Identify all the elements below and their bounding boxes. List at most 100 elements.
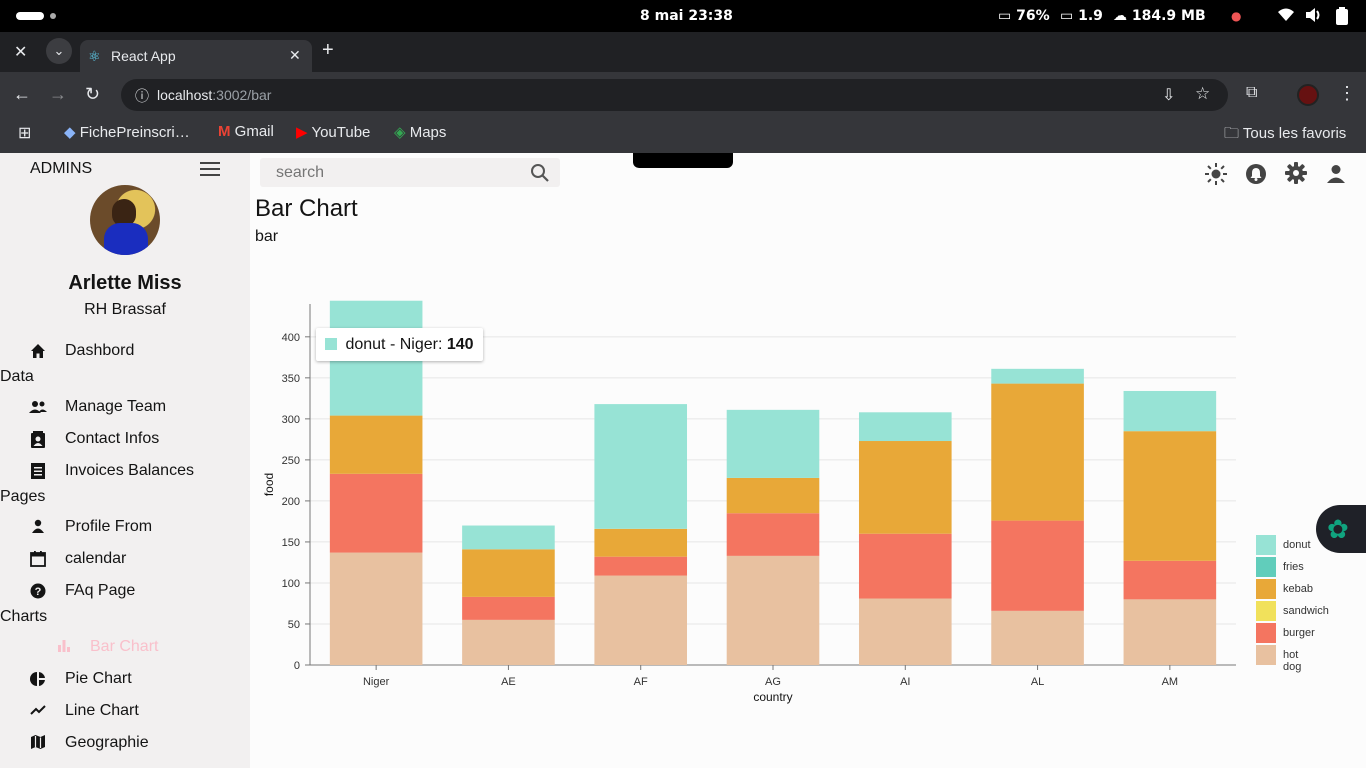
people-icon [29,399,47,417]
sidebar-item-dashboard[interactable]: Dashbord [0,339,250,367]
all-bookmarks[interactable]: 🗀 Tous les favoris [1224,123,1346,148]
sidebar-item-geographie[interactable]: Geographie [0,731,250,759]
tooltip-swatch [325,338,337,350]
volume-icon[interactable] [1305,7,1323,27]
person-icon [29,519,47,537]
sidebar-item-label: Line Chart [65,702,139,719]
os-status-bar: 8 mai 23:38 ▭ 76% ▭ 1.9 ☁ 184.9 MB ● [0,0,1366,32]
sidebar-item-faq[interactable]: ? FAq Page [0,579,250,607]
tooltip-value: 140 [446,336,474,353]
contacts-icon [29,431,47,449]
main-content: ✿ Bar Chart bar [250,153,1366,768]
sidebar-item-manage-team[interactable]: Manage Team [0,395,250,423]
home-icon [29,343,47,361]
legend-swatch [1256,535,1276,555]
bookmark-label: YouTube [311,124,371,141]
section-pages: Pages [0,488,46,505]
app-indicator-icon[interactable]: ● [1231,9,1241,23]
workspace-dot [50,13,56,19]
clock[interactable]: 8 mai 23:38 [640,8,733,24]
sidebar-item-pie-chart[interactable]: Pie Chart [0,667,250,695]
youtube-icon: ▶ [296,124,308,141]
light-mode-icon[interactable] [1205,163,1227,190]
settings-gear-icon[interactable] [1285,162,1307,189]
cpu-value: 1.9 [1078,8,1103,24]
install-app-icon[interactable]: ⇩ [1162,85,1175,105]
forward-icon[interactable]: → [49,84,67,105]
line-chart-icon [29,703,47,721]
sidebar-item-contact-infos[interactable]: Contact Infos [0,427,250,455]
monitor-icon: ▭ [1060,8,1074,24]
user-role: RH Brassaf [84,301,166,318]
receipt-icon [29,463,47,481]
battery-value: 76% [1016,8,1050,24]
legend-label: sandwich [1283,605,1329,617]
sidebar-item-profile-form[interactable]: Profile From [0,515,250,543]
assistant-button[interactable]: ✿ [1316,505,1366,553]
folder-icon: 🗀 [1224,125,1240,142]
profile-avatar[interactable] [1297,84,1319,106]
search-icon[interactable] [530,163,550,188]
legend-swatch [1256,579,1276,599]
tab-title: React App [111,48,176,64]
sidebar-item-label: Bar Chart [90,638,159,655]
memory-value: 184.9 MB [1131,8,1206,24]
screen-notch [633,153,733,168]
reload-icon[interactable]: ↻ [85,84,100,105]
site-info-icon[interactable]: ⓘ [135,86,149,106]
help-icon: ? [29,583,47,601]
bookmark-label: Gmail [234,123,274,140]
sidebar-item-label: FAq Page [65,582,136,599]
user-profile-icon[interactable] [1326,164,1346,189]
sidebar-item-label: Contact Infos [65,430,160,447]
gmail-icon: M [218,123,231,140]
react-favicon-icon: ⚛ [88,48,101,64]
sidebar-item-calendar[interactable]: calendar [0,547,250,575]
chart-tooltip: donut - Niger: 140 [316,328,483,361]
browser-menu-icon[interactable]: ⋮ [1338,83,1356,104]
sidebar-item-bar-chart[interactable]: Bar Chart [0,635,250,663]
sidebar-item-label: Dashbord [65,342,135,359]
back-icon[interactable]: ← [13,84,31,105]
bookmark-maps[interactable]: ◈ Maps [394,123,446,141]
user-name: Arlette Miss [68,272,182,294]
bookmark-label: Maps [409,124,447,141]
legend-label: donut [1283,539,1311,551]
url-text[interactable]: localhost:3002/bar [157,87,271,103]
battery-icon-tray[interactable] [1335,7,1349,29]
calendar-icon [29,551,47,569]
legend-label: hot dog [1283,649,1302,673]
legend-label: kebab [1283,583,1313,595]
brand-title: ADMINS [30,160,93,177]
search-input[interactable] [260,158,520,187]
close-window-icon[interactable]: ✕ [14,42,27,62]
bookmark-star-icon[interactable]: ☆ [1195,84,1210,104]
apps-grid-icon[interactable]: ⊞ [18,123,31,143]
avatar [90,185,160,255]
activities-indicator[interactable] [16,12,44,20]
close-tab-icon[interactable]: ✕ [289,47,301,64]
legend-swatch [1256,601,1276,621]
new-tab-icon[interactable]: + [322,39,334,62]
tooltip-label: donut - Niger: 140 [345,336,473,354]
battery-stat: ▭ 76% [998,8,1050,24]
menu-toggle-icon[interactable] [200,162,220,181]
wifi-icon[interactable] [1277,7,1295,27]
sidebar-item-label: Invoices Balances [65,462,194,479]
tab-search-icon[interactable]: ⌄ [46,38,72,64]
page-title: Bar Chart [255,195,358,222]
sidebar-item-label: calendar [65,550,127,567]
cube-icon: ◆ [64,124,76,141]
sidebar-item-invoices[interactable]: Invoices Balances [0,459,250,487]
sidebar-item-line-chart[interactable]: Line Chart [0,699,250,727]
browser-tab[interactable]: ⚛ React App ✕ [80,40,312,72]
bookmark-youtube[interactable]: ▶ YouTube [296,123,370,141]
bookmark-gmail[interactable]: M Gmail [218,123,274,140]
sidebar-item-label: Pie Chart [65,670,132,687]
bookmark-fiche[interactable]: ◆ FichePreinscri… [64,123,190,141]
memory-stat: ☁ 184.9 MB [1113,8,1206,24]
notifications-icon[interactable] [1245,163,1267,190]
address-bar[interactable]: ⓘ localhost:3002/bar ⇩ ☆ [121,79,1228,111]
legend-label: fries [1283,561,1304,573]
extensions-icon[interactable]: ⧉ [1246,84,1257,102]
